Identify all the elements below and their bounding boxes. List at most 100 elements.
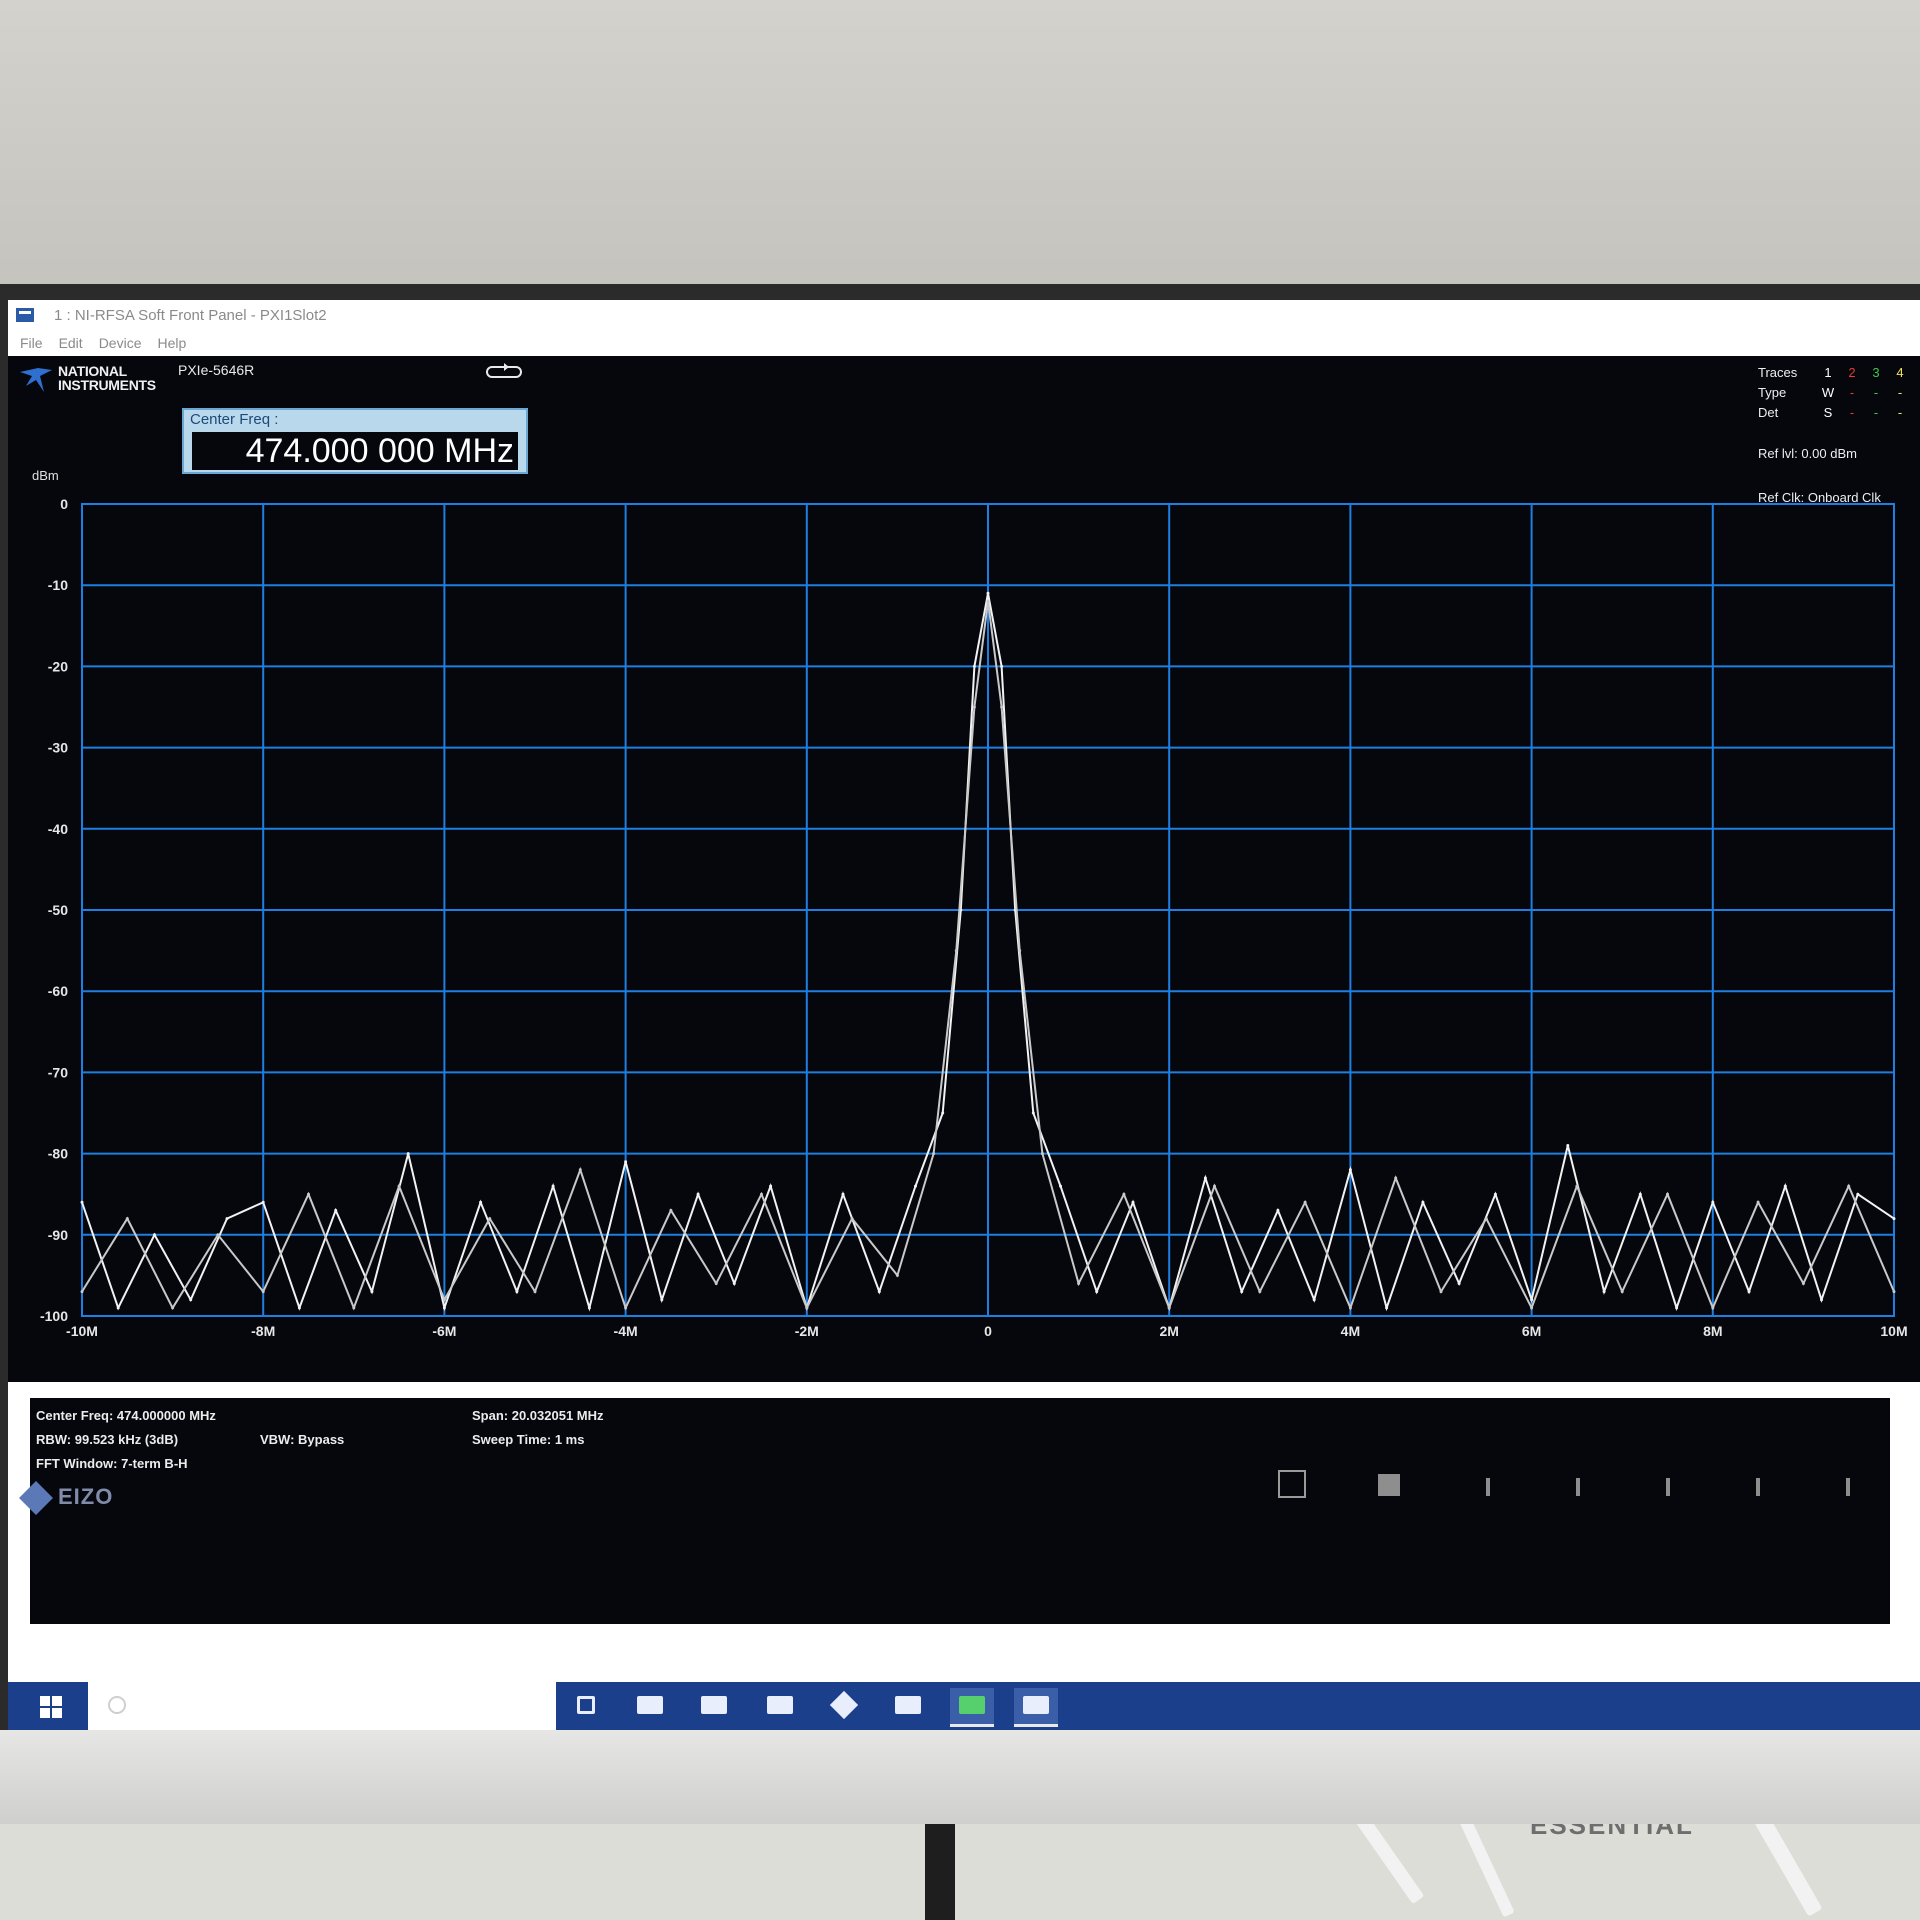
monitor-input-button[interactable] — [1378, 1474, 1400, 1496]
menu-device[interactable]: Device — [99, 335, 142, 351]
file-explorer-button[interactable] — [628, 1688, 672, 1724]
x-tick-label: 2M — [1159, 1323, 1178, 1339]
trace-det-3: - — [1873, 404, 1879, 420]
trace-point — [1892, 1217, 1896, 1221]
trace-point — [1439, 1290, 1443, 1294]
trace-point — [1783, 1184, 1787, 1188]
trace-point — [1847, 1184, 1851, 1188]
x-tick-label: -6M — [432, 1323, 456, 1339]
trace-point — [1000, 705, 1004, 709]
trace-point — [297, 1306, 301, 1310]
y-tick-label: -40 — [48, 821, 68, 837]
trace-point — [1040, 1152, 1044, 1156]
trace-point — [1095, 1290, 1099, 1294]
trace-point — [1077, 1282, 1081, 1285]
trace-point — [261, 1200, 265, 1204]
trace-type-4: - — [1897, 384, 1903, 400]
trace-point — [1312, 1298, 1316, 1302]
ni-brand-text: NATIONAL INSTRUMENTS — [58, 363, 156, 393]
trace-point — [895, 1273, 899, 1277]
trace-point — [1493, 1192, 1497, 1196]
eizo-logo: EIZO — [58, 1484, 114, 1509]
y-axis-unit-label: dBm — [32, 468, 59, 483]
window-title: 1 : NI-RFSA Soft Front Panel - PXI1Slot2 — [54, 306, 327, 324]
trace-point — [1258, 1290, 1262, 1294]
trace-number-3[interactable]: 3 — [1864, 365, 1888, 380]
monitor-control-button[interactable] — [1666, 1478, 1670, 1496]
trace-point — [370, 1290, 374, 1294]
trace-number-1[interactable]: 1 — [1816, 365, 1840, 380]
x-tick-label: -4M — [614, 1323, 638, 1339]
trace-type-3: - — [1873, 384, 1879, 400]
monitor-control-button[interactable] — [1486, 1478, 1490, 1496]
monitor: 1 : NI-RFSA Soft Front Panel - PXI1Slot2… — [0, 284, 1920, 1824]
trace-point — [307, 1192, 310, 1196]
trace-point — [153, 1233, 156, 1237]
trace-point — [660, 1298, 664, 1302]
trace-point — [578, 1168, 582, 1172]
taskbar-app-button[interactable] — [1014, 1688, 1058, 1727]
trace-point — [1856, 1192, 1860, 1196]
trace-point — [1530, 1306, 1534, 1310]
y-tick-label: -100 — [40, 1308, 68, 1324]
trace-number-2[interactable]: 2 — [1840, 365, 1864, 380]
instrument-panel: NATIONAL INSTRUMENTS PXIe-5646R Center F… — [8, 356, 1920, 1382]
trace-point — [1348, 1306, 1352, 1310]
menu-help[interactable]: Help — [157, 335, 186, 351]
task-view-button[interactable] — [564, 1688, 608, 1724]
menu-edit[interactable]: Edit — [59, 335, 83, 351]
trace-point — [1575, 1184, 1579, 1188]
taskbar-app-button[interactable] — [692, 1688, 736, 1724]
trace-point — [1566, 1144, 1570, 1147]
trace-point — [986, 599, 990, 603]
trace-point — [80, 1290, 84, 1294]
x-tick-label: -10M — [66, 1323, 98, 1339]
spectrum-plot[interactable]: dBm0-10-20-30-40-50-60-70-80-90-100-10M -… — [8, 452, 1920, 1382]
trace-det-4: - — [1897, 404, 1903, 420]
menu-file[interactable]: File — [20, 335, 43, 351]
y-tick-label: -10 — [48, 577, 68, 593]
trace-point — [714, 1282, 718, 1285]
y-tick-label: 0 — [60, 496, 68, 512]
rfsa-app-button[interactable] — [950, 1688, 994, 1727]
trace-point — [841, 1192, 845, 1196]
trace-point — [1303, 1200, 1307, 1204]
trace-point — [805, 1306, 809, 1310]
monitor-control-button[interactable] — [1576, 1478, 1580, 1496]
trace-point — [515, 1290, 519, 1294]
taskbar — [8, 1682, 1920, 1730]
x-tick-label: 10M — [1880, 1323, 1907, 1339]
trace-point — [1059, 1184, 1062, 1188]
trace-point — [1385, 1306, 1389, 1310]
window-titlebar[interactable]: 1 : NI-RFSA Soft Front Panel - PXI1Slot2 — [8, 300, 1920, 330]
monitor-control-button[interactable] — [1756, 1478, 1760, 1496]
trace-point — [850, 1217, 854, 1221]
trace-point — [914, 1184, 917, 1188]
trace-point — [80, 1200, 84, 1204]
taskbar-app-button[interactable] — [758, 1688, 802, 1724]
trace-point — [1530, 1298, 1534, 1302]
trace-point — [406, 1152, 410, 1156]
x-tick-label: 4M — [1341, 1323, 1360, 1339]
taskbar-app-button[interactable] — [886, 1688, 930, 1724]
trace-point — [669, 1208, 673, 1212]
trace-point — [1203, 1176, 1207, 1180]
trace-point — [1031, 1111, 1035, 1115]
trace-point — [189, 1298, 193, 1302]
traces-legend: Traces 1 2 3 4 Type W - - - Det S - - - — [1758, 362, 1918, 422]
info-fft-window: FFT Window: 7-term B-H — [36, 1456, 188, 1471]
trace-point — [624, 1160, 628, 1164]
info-sweep-time: Sweep Time: 1 ms — [472, 1432, 585, 1447]
device-name: PXIe-5646R — [178, 362, 255, 378]
start-button[interactable] — [8, 1682, 88, 1730]
screen: 1 : NI-RFSA Soft Front Panel - PXI1Slot2… — [8, 300, 1920, 1730]
taskbar-search[interactable] — [88, 1682, 556, 1730]
trace-det-2: - — [1849, 404, 1855, 420]
trace-number-4[interactable]: 4 — [1888, 365, 1912, 380]
monitor-control-button[interactable] — [1846, 1478, 1850, 1496]
monitor-power-button[interactable] — [1278, 1470, 1306, 1498]
continuous-loop-icon[interactable] — [484, 362, 524, 380]
taskbar-app-button[interactable] — [822, 1688, 866, 1724]
trace-point — [225, 1217, 229, 1221]
det-label: Det — [1758, 404, 1779, 420]
